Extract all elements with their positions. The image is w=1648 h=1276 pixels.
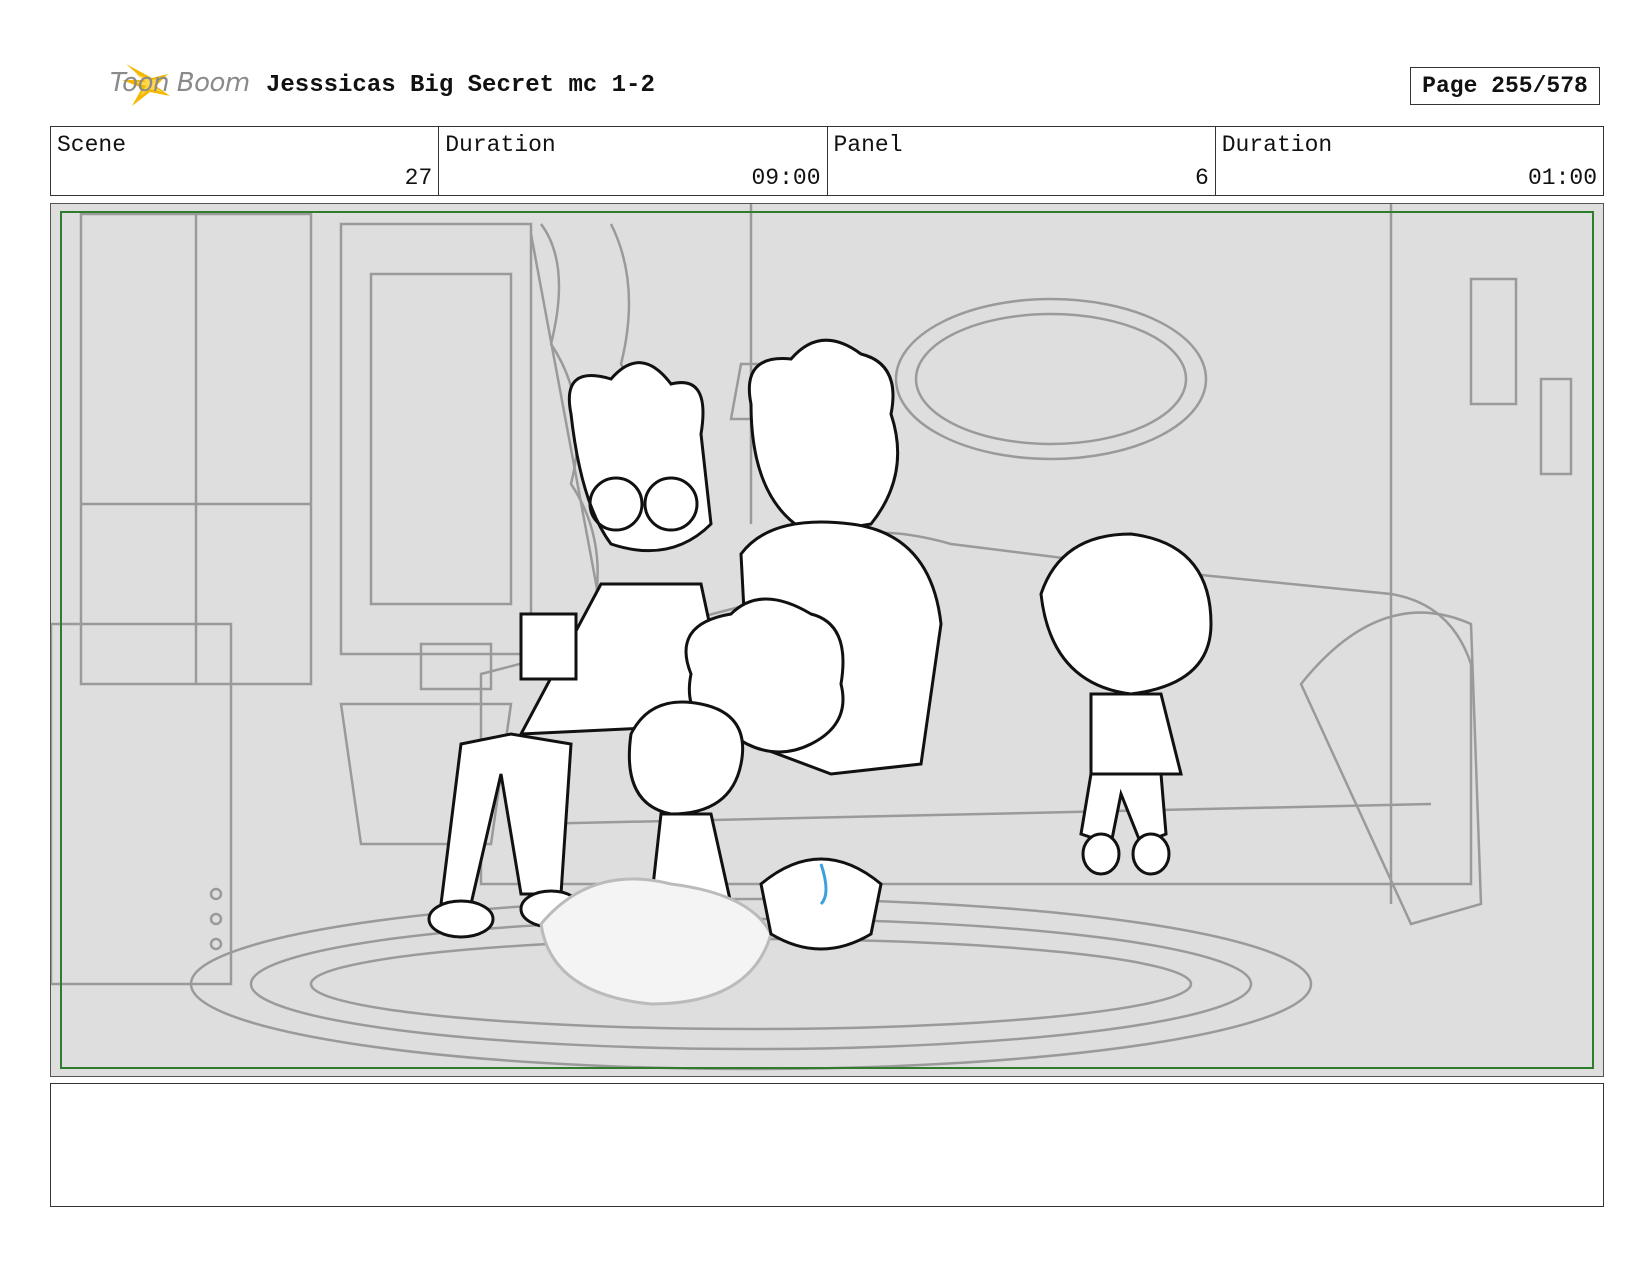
panel-duration-cell: Duration 01:00	[1216, 127, 1603, 195]
character-right-body	[1089, 692, 1183, 776]
panel-label: Panel	[833, 132, 903, 158]
picture-frame-1	[1469, 277, 1518, 406]
panel-notes-box	[50, 1083, 1604, 1207]
panel-value: 6	[1194, 165, 1209, 191]
logo-text: Toon Boom	[110, 68, 250, 98]
character-curly-head	[747, 338, 900, 536]
panel-duration-label: Duration	[1221, 132, 1333, 158]
page-indicator: Page 255/578	[1410, 67, 1600, 105]
picture-frame-2	[1539, 377, 1573, 476]
television	[51, 622, 233, 986]
character-small-head	[627, 700, 745, 816]
scene-duration-cell: Duration 09:00	[439, 127, 828, 195]
scene-value: 27	[404, 165, 433, 191]
door-frame	[339, 222, 533, 656]
scene-info-table: Scene 27 Duration 09:00 Panel 6 Duration…	[50, 126, 1604, 196]
document-title: Jesssicas Big Secret mc 1-2	[266, 72, 655, 99]
panel-sketch-image	[51, 204, 1573, 1071]
panel-cell: Panel 6	[828, 127, 1216, 195]
storyboard-panel	[50, 203, 1604, 1077]
scene-cell: Scene 27	[51, 127, 440, 195]
panel-duration-value: 01:00	[1527, 165, 1597, 191]
oval-mirror	[894, 297, 1208, 461]
floor-pillow	[539, 877, 773, 1006]
scene-label: Scene	[57, 132, 127, 158]
character-right-head	[1039, 532, 1213, 696]
scene-duration-value: 09:00	[751, 165, 821, 191]
phone-in-hand	[519, 612, 578, 681]
scene-duration-label: Duration	[445, 132, 556, 158]
